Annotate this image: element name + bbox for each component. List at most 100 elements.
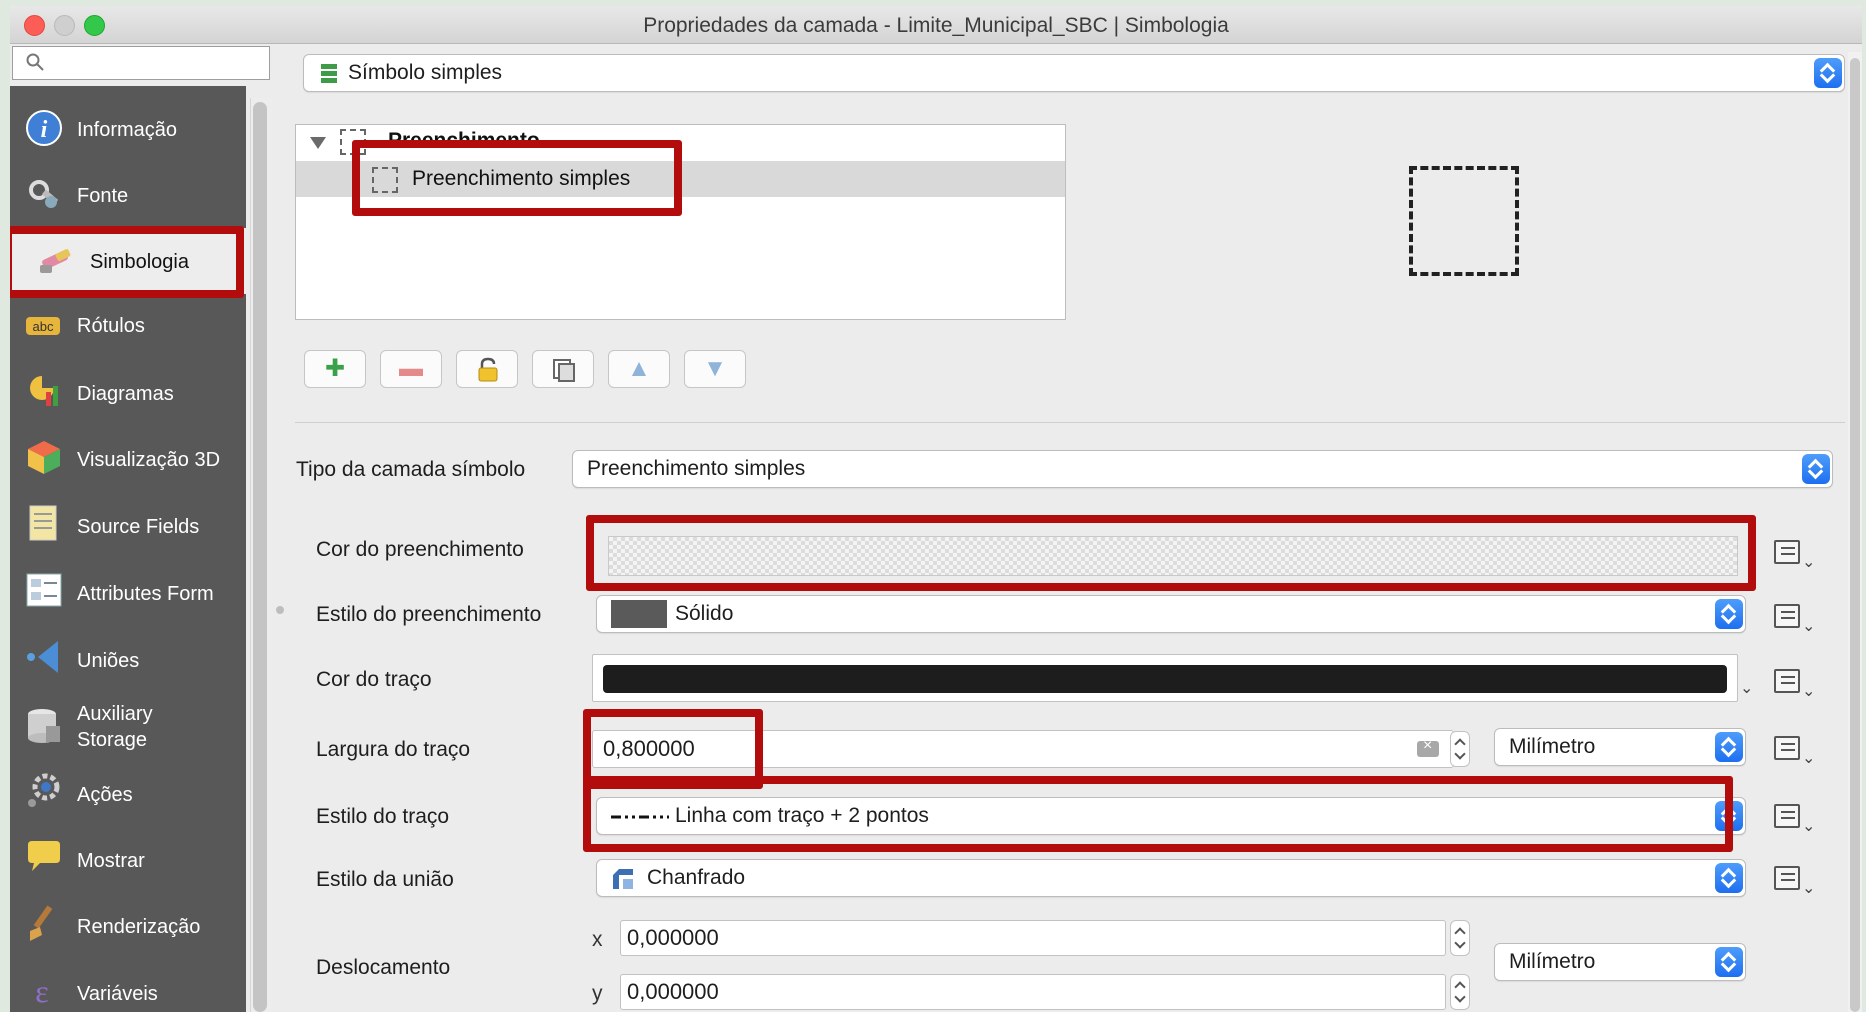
chevron-down-icon: ⌄ bbox=[1802, 554, 1816, 571]
svg-text:i: i bbox=[41, 117, 48, 143]
offset-y-stepper[interactable] bbox=[1450, 974, 1470, 1010]
highlight-preenchimento-simples bbox=[352, 140, 682, 216]
sidebar-item-label: Variáveis bbox=[77, 983, 158, 1005]
stroke-width-unit-select[interactable]: Milímetro bbox=[1494, 728, 1746, 766]
splitter-handle[interactable] bbox=[276, 606, 284, 614]
highlight-fill-color bbox=[586, 515, 1756, 591]
offset-y-input[interactable]: 0,000000 bbox=[620, 974, 1446, 1010]
highlight-simbologia bbox=[10, 226, 244, 298]
data-defined-override-fill-style[interactable]: ⌄ bbox=[1770, 600, 1816, 635]
fill-color-label: Cor do preenchimento bbox=[316, 538, 524, 561]
title-bar: Propriedades da camada - Limite_Municipa… bbox=[10, 6, 1862, 44]
sidebar-item-fonte[interactable]: Fonte bbox=[10, 163, 246, 229]
source-wrench-icon bbox=[29, 180, 59, 208]
fill-style-select[interactable]: Sólido bbox=[596, 595, 1746, 633]
sidebar-item-label: Fonte bbox=[77, 185, 129, 207]
stroke-width-stepper[interactable] bbox=[1450, 731, 1470, 767]
sidebar-item-label-line2: Storage bbox=[77, 729, 148, 751]
sidebar-item-acoes[interactable]: Ações bbox=[10, 761, 246, 827]
symbol-preview bbox=[1409, 166, 1519, 276]
move-down-button[interactable]: ▼ bbox=[684, 350, 746, 388]
sidebar-item-auxiliary-storage[interactable]: Auxiliary Storage bbox=[10, 694, 246, 760]
sidebar-item-source-fields[interactable]: Source Fields bbox=[10, 493, 246, 559]
epsilon-icon: ε bbox=[35, 973, 48, 1009]
chevron-updown-icon bbox=[1814, 58, 1842, 88]
chevron-down-icon[interactable]: ⌄ bbox=[1740, 678, 1753, 698]
triangle-down-icon: ▼ bbox=[703, 355, 727, 382]
search-input[interactable] bbox=[12, 46, 270, 80]
sidebar: i Informação Fonte Simbologia abc Rótulo… bbox=[10, 86, 246, 1012]
symbol-layer-type-select[interactable]: Preenchimento simples bbox=[572, 450, 1833, 488]
sidebar-item-attributes-form[interactable]: Attributes Form bbox=[10, 560, 246, 626]
svg-text:ε: ε bbox=[35, 973, 48, 1009]
sidebar-item-diagramas[interactable]: Diagramas bbox=[10, 360, 246, 426]
sidebar-item-unioes[interactable]: Uniões bbox=[10, 627, 246, 693]
tree-expand-icon[interactable] bbox=[310, 137, 326, 149]
data-defined-override-stroke-width[interactable]: ⌄ bbox=[1770, 732, 1816, 767]
form-icon bbox=[26, 573, 62, 607]
offset-x-input[interactable]: 0,000000 bbox=[620, 920, 1446, 956]
sidebar-item-label: Visualização 3D bbox=[77, 449, 221, 471]
chevron-updown-icon bbox=[1715, 863, 1743, 893]
move-up-button[interactable]: ▲ bbox=[608, 350, 670, 388]
add-layer-button[interactable]: ✚ bbox=[304, 350, 366, 388]
svg-text:abc: abc bbox=[33, 319, 54, 334]
sidebar-item-label: Ações bbox=[77, 784, 133, 806]
sidebar-item-label: Renderização bbox=[77, 916, 201, 938]
sidebar-scrollbar[interactable] bbox=[253, 102, 267, 1012]
layer-properties-window: Propriedades da camada - Limite_Municipa… bbox=[10, 6, 1862, 1012]
stroke-style-label: Estilo do traço bbox=[316, 805, 450, 828]
offset-x-label: x bbox=[592, 928, 603, 951]
chevron-updown-icon bbox=[1715, 947, 1743, 977]
chevron-down-icon: ⌄ bbox=[1802, 683, 1816, 700]
join-style-select[interactable]: Chanfrado bbox=[596, 859, 1746, 897]
remove-layer-button[interactable]: ▬ bbox=[380, 350, 442, 388]
offset-y-value: 0,000000 bbox=[627, 979, 719, 1004]
data-defined-override-stroke-color[interactable]: ⌄ bbox=[1770, 665, 1816, 700]
override-icon bbox=[1774, 866, 1800, 890]
sidebar-item-label: Diagramas bbox=[77, 383, 174, 405]
search-icon bbox=[26, 53, 44, 71]
override-icon bbox=[1774, 540, 1800, 564]
stroke-width-label: Largura do traço bbox=[316, 738, 471, 761]
chevron-down-icon: ⌄ bbox=[1802, 750, 1816, 767]
chevron-down-icon: ⌄ bbox=[1802, 818, 1816, 835]
abc-labels-icon: abc bbox=[26, 317, 60, 335]
chevron-down-icon: ⌄ bbox=[1802, 618, 1816, 635]
chevron-down-icon: ⌄ bbox=[1802, 880, 1816, 897]
sidebar-item-rotulos[interactable]: abc Rótulos bbox=[10, 294, 246, 360]
sidebar-item-label: Informação bbox=[77, 119, 178, 141]
offset-x-stepper[interactable] bbox=[1450, 920, 1470, 956]
lock-layer-button[interactable] bbox=[456, 350, 518, 388]
main-scrollbar[interactable] bbox=[1850, 58, 1860, 1012]
sidebar-item-visualizacao-3d[interactable]: Visualização 3D bbox=[10, 426, 246, 492]
override-icon bbox=[1774, 804, 1800, 828]
data-defined-override-fill-color[interactable]: ⌄ bbox=[1770, 536, 1816, 571]
sidebar-item-mostrar[interactable]: Mostrar bbox=[10, 827, 246, 893]
window-title: Propriedades da camada - Limite_Municipa… bbox=[643, 14, 1229, 37]
sidebar-item-informacao[interactable]: i Informação bbox=[10, 97, 246, 163]
minus-icon: ▬ bbox=[399, 355, 423, 382]
symbol-type-select[interactable]: Símbolo simples bbox=[303, 54, 1845, 92]
override-icon bbox=[1774, 604, 1800, 628]
stroke-width-unit-value: Milímetro bbox=[1509, 735, 1596, 758]
clear-icon[interactable] bbox=[1417, 737, 1439, 757]
sidebar-item-label: Attributes Form bbox=[77, 583, 214, 605]
sidebar-item-renderizacao[interactable]: Renderização bbox=[10, 893, 246, 959]
data-defined-override-stroke-style[interactable]: ⌄ bbox=[1770, 800, 1816, 835]
database-icon bbox=[28, 709, 60, 743]
stroke-color-label: Cor do traço bbox=[316, 668, 432, 691]
sidebar-item-label: Uniões bbox=[77, 650, 140, 672]
join-style-value: Chanfrado bbox=[647, 866, 746, 889]
chevron-updown-icon bbox=[1715, 599, 1743, 629]
stroke-color-button[interactable] bbox=[592, 654, 1738, 702]
offset-unit-select[interactable]: Milímetro bbox=[1494, 943, 1746, 981]
diagram-icon bbox=[30, 376, 58, 406]
symbol-layers-icon bbox=[321, 64, 337, 83]
sidebar-item-variaveis[interactable]: ε Variáveis bbox=[10, 960, 246, 1012]
sidebar-item-label: Mostrar bbox=[77, 850, 145, 872]
offset-x-value: 0,000000 bbox=[627, 925, 719, 950]
duplicate-layer-button[interactable] bbox=[532, 350, 594, 388]
data-defined-override-join-style[interactable]: ⌄ bbox=[1770, 862, 1816, 897]
highlight-stroke-style bbox=[583, 776, 1733, 852]
